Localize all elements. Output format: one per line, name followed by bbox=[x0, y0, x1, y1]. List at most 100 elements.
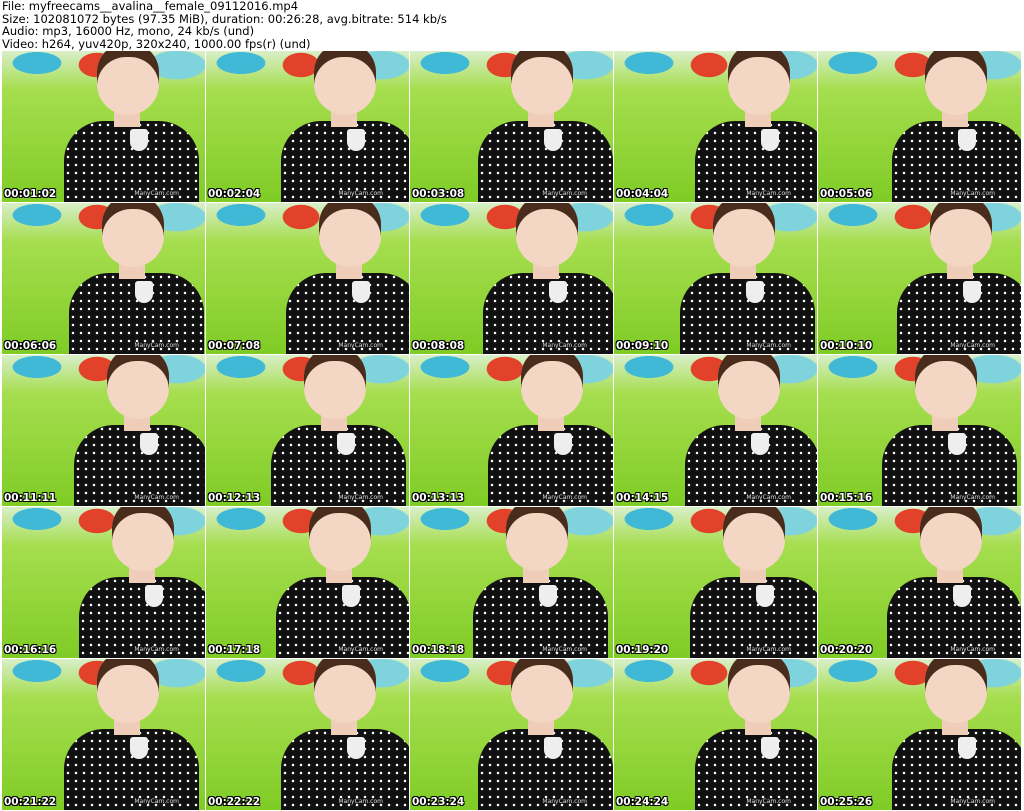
watermark: ManyCam.com bbox=[338, 798, 383, 805]
timestamp: 00:24:24 bbox=[616, 796, 669, 808]
thumbnail-figure-badge bbox=[347, 737, 365, 759]
timestamp: 00:14:15 bbox=[616, 492, 669, 504]
video-thumbnail[interactable]: ManyCam.com 00:19:20 bbox=[614, 507, 817, 658]
thumbnail-figure-badge bbox=[761, 129, 779, 151]
watermark: ManyCam.com bbox=[134, 646, 179, 653]
watermark: ManyCam.com bbox=[338, 190, 383, 197]
watermark: ManyCam.com bbox=[950, 646, 995, 653]
thumbnail-figure-head bbox=[915, 355, 977, 419]
thumbnail-figure-head bbox=[723, 507, 785, 571]
timestamp: 00:06:06 bbox=[4, 340, 57, 352]
watermark: ManyCam.com bbox=[542, 342, 587, 349]
thumbnail-figure-head bbox=[97, 51, 159, 115]
video-thumbnail[interactable]: ManyCam.com 00:24:24 bbox=[614, 659, 817, 810]
timestamp: 00:17:18 bbox=[208, 644, 261, 656]
thumbnail-figure-head bbox=[102, 203, 164, 267]
thumbnail-figure-head bbox=[521, 355, 583, 419]
thumbnail-figure-head bbox=[728, 659, 790, 723]
thumbnail-figure-head bbox=[511, 659, 573, 723]
thumbnail-grid: ManyCam.com 00:01:02 ManyCam.com 00:02:0… bbox=[2, 51, 1021, 810]
timestamp: 00:01:02 bbox=[4, 188, 57, 200]
video-thumbnail[interactable]: ManyCam.com 00:17:18 bbox=[206, 507, 409, 658]
timestamp: 00:09:10 bbox=[616, 340, 669, 352]
timestamp: 00:16:16 bbox=[4, 644, 57, 656]
thumbnail-figure-badge bbox=[756, 585, 774, 607]
thumbnail-figure-badge bbox=[130, 129, 148, 151]
thumbnail-figure-badge bbox=[544, 737, 562, 759]
watermark: ManyCam.com bbox=[950, 494, 995, 501]
video-info: Video: h264, yuv420p, 320x240, 1000.00 f… bbox=[2, 36, 311, 51]
timestamp: 00:05:06 bbox=[820, 188, 873, 200]
video-thumbnail[interactable]: ManyCam.com 00:21:22 bbox=[2, 659, 205, 810]
timestamp: 00:23:24 bbox=[412, 796, 465, 808]
thumbnail-figure-badge bbox=[761, 737, 779, 759]
watermark: ManyCam.com bbox=[542, 494, 587, 501]
thumbnail-figure-badge bbox=[342, 585, 360, 607]
thumbnail-figure-head bbox=[516, 203, 578, 267]
thumbnail-figure-head bbox=[713, 203, 775, 267]
timestamp: 00:04:04 bbox=[616, 188, 669, 200]
audio-info: Audio: mp3, 16000 Hz, mono, 24 kb/s (und… bbox=[2, 24, 255, 38]
video-thumbnail[interactable]: ManyCam.com 00:18:18 bbox=[410, 507, 613, 658]
timestamp: 00:18:18 bbox=[412, 644, 465, 656]
thumbnail-figure-head bbox=[319, 203, 381, 267]
thumbnail-figure-head bbox=[511, 51, 573, 115]
thumbnail-figure-head bbox=[314, 51, 376, 115]
video-thumbnail[interactable]: ManyCam.com 00:09:10 bbox=[614, 203, 817, 354]
thumbnail-figure-badge bbox=[539, 585, 557, 607]
thumbnail-figure-badge bbox=[948, 433, 966, 455]
video-thumbnail[interactable]: ManyCam.com 00:25:26 bbox=[818, 659, 1021, 810]
thumbnail-figure-head bbox=[925, 51, 987, 115]
watermark: ManyCam.com bbox=[338, 494, 383, 501]
thumbnail-figure-head bbox=[314, 659, 376, 723]
thumbnail-figure-badge bbox=[135, 281, 153, 303]
timestamp: 00:12:13 bbox=[208, 492, 261, 504]
thumbnail-figure-badge bbox=[140, 433, 158, 455]
watermark: ManyCam.com bbox=[950, 342, 995, 349]
video-thumbnail[interactable]: ManyCam.com 00:22:22 bbox=[206, 659, 409, 810]
watermark: ManyCam.com bbox=[746, 494, 791, 501]
timestamp: 00:15:16 bbox=[820, 492, 873, 504]
video-thumbnail[interactable]: ManyCam.com 00:13:13 bbox=[410, 355, 613, 506]
file-name: File: myfreecams__avalina__female_091120… bbox=[2, 0, 299, 13]
thumbnail-figure-badge bbox=[751, 433, 769, 455]
video-thumbnail[interactable]: ManyCam.com 00:07:08 bbox=[206, 203, 409, 354]
video-thumbnail[interactable]: ManyCam.com 00:08:08 bbox=[410, 203, 613, 354]
thumbnail-figure-badge bbox=[958, 129, 976, 151]
thumbnail-figure-badge bbox=[554, 433, 572, 455]
video-thumbnail[interactable]: ManyCam.com 00:14:15 bbox=[614, 355, 817, 506]
video-thumbnail[interactable]: ManyCam.com 00:15:16 bbox=[818, 355, 1021, 506]
watermark: ManyCam.com bbox=[134, 342, 179, 349]
timestamp: 00:10:10 bbox=[820, 340, 873, 352]
video-thumbnail[interactable]: ManyCam.com 00:05:06 bbox=[818, 51, 1021, 202]
watermark: ManyCam.com bbox=[134, 798, 179, 805]
timestamp: 00:11:11 bbox=[4, 492, 57, 504]
video-thumbnail[interactable]: ManyCam.com 00:04:04 bbox=[614, 51, 817, 202]
video-thumbnail[interactable]: ManyCam.com 00:02:04 bbox=[206, 51, 409, 202]
video-thumbnail[interactable]: ManyCam.com 00:16:16 bbox=[2, 507, 205, 658]
watermark: ManyCam.com bbox=[134, 494, 179, 501]
watermark: ManyCam.com bbox=[746, 798, 791, 805]
thumbnail-figure-head bbox=[309, 507, 371, 571]
video-thumbnail[interactable]: ManyCam.com 00:11:11 bbox=[2, 355, 205, 506]
video-thumbnail[interactable]: ManyCam.com 00:06:06 bbox=[2, 203, 205, 354]
watermark: ManyCam.com bbox=[134, 190, 179, 197]
timestamp: 00:19:20 bbox=[616, 644, 669, 656]
thumbnail-figure-head bbox=[107, 355, 169, 419]
thumbnail-figure-badge bbox=[337, 433, 355, 455]
thumbnail-figure-head bbox=[728, 51, 790, 115]
video-thumbnail[interactable]: ManyCam.com 00:23:24 bbox=[410, 659, 613, 810]
video-thumbnail[interactable]: ManyCam.com 00:10:10 bbox=[818, 203, 1021, 354]
video-thumbnail[interactable]: ManyCam.com 00:12:13 bbox=[206, 355, 409, 506]
thumbnail-figure-badge bbox=[352, 281, 370, 303]
video-thumbnail[interactable]: ManyCam.com 00:20:20 bbox=[818, 507, 1021, 658]
video-thumbnail[interactable]: ManyCam.com 00:03:08 bbox=[410, 51, 613, 202]
thumbnail-figure-head bbox=[718, 355, 780, 419]
watermark: ManyCam.com bbox=[746, 342, 791, 349]
timestamp: 00:20:20 bbox=[820, 644, 873, 656]
thumbnail-figure-badge bbox=[958, 737, 976, 759]
video-thumbnail[interactable]: ManyCam.com 00:01:02 bbox=[2, 51, 205, 202]
watermark: ManyCam.com bbox=[746, 646, 791, 653]
thumbnail-figure-badge bbox=[746, 281, 764, 303]
timestamp: 00:08:08 bbox=[412, 340, 465, 352]
